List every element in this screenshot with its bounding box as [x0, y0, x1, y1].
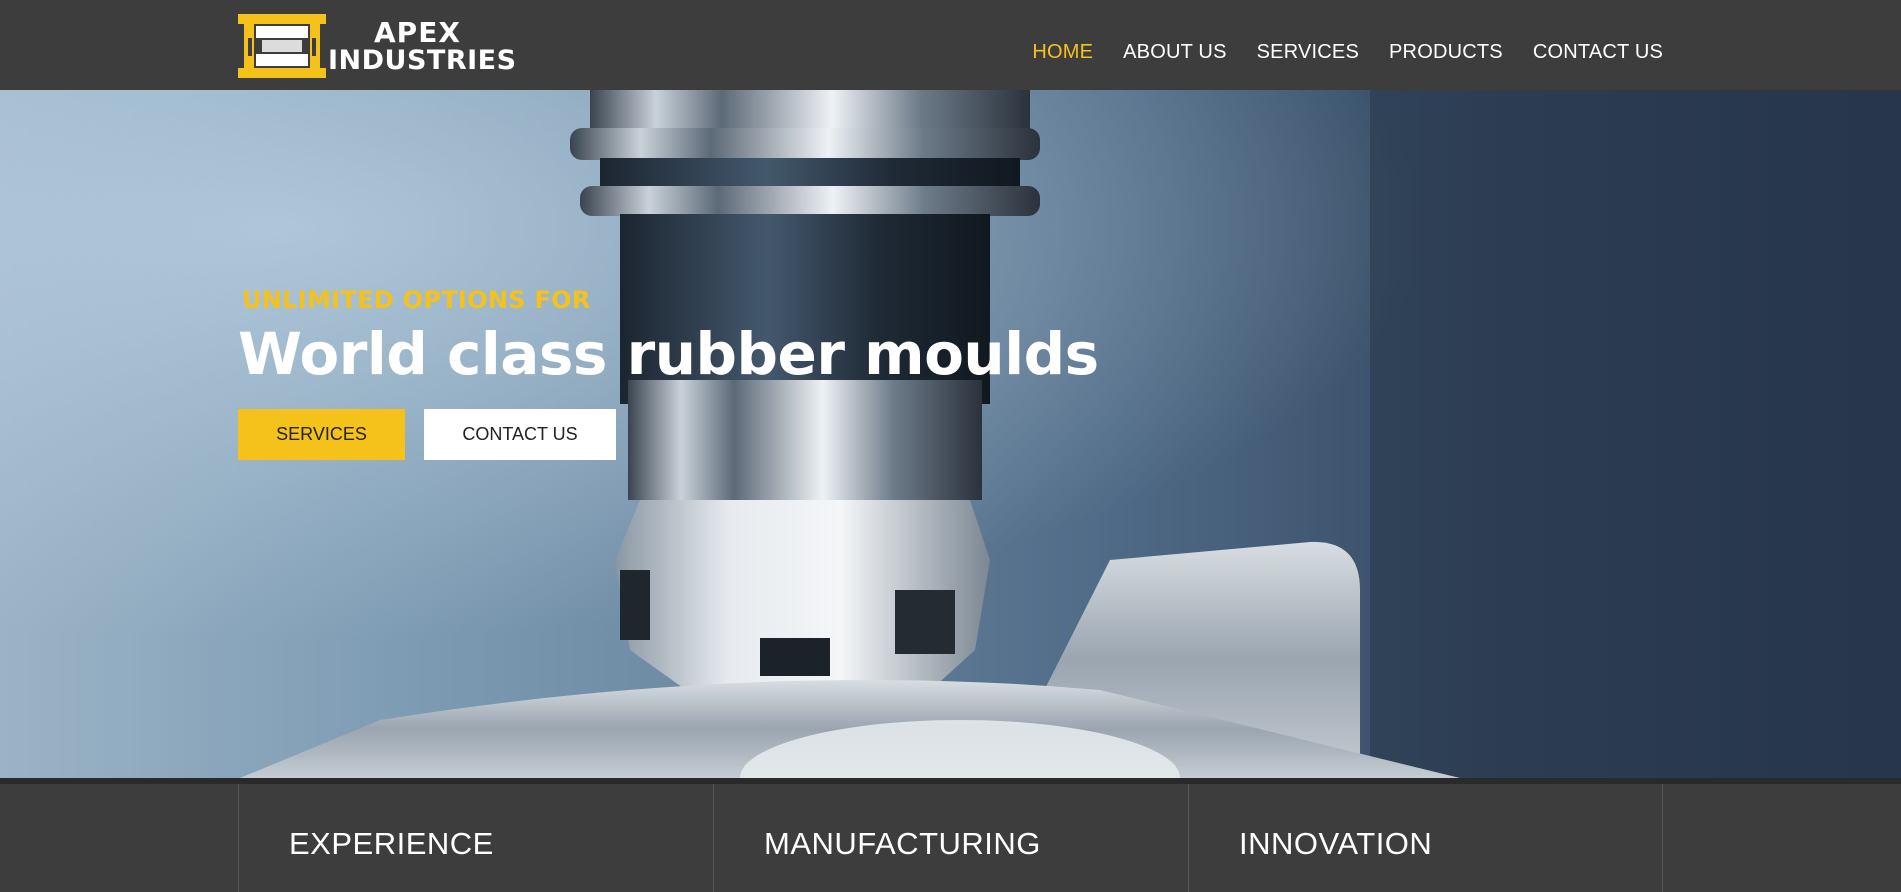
nav-contact-us[interactable]: CONTACT US	[1533, 39, 1663, 65]
main-navigation: HOME ABOUT US SERVICES PRODUCTS CONTACT …	[1002, 39, 1663, 65]
site-logo[interactable]: APEX INDUSTRIES	[238, 14, 524, 78]
hero-subtitle: UNLIMITED OPTIONS FOR	[242, 286, 591, 314]
feature-title: MANUFACTURING	[764, 826, 1041, 861]
site-header: APEX INDUSTRIES HOME ABOUT US SERVICES P…	[0, 0, 1901, 90]
brand-name-line2: INDUSTRIES	[328, 45, 517, 76]
nav-products[interactable]: PRODUCTS	[1389, 39, 1503, 65]
feature-title: EXPERIENCE	[289, 826, 494, 861]
nav-home[interactable]: HOME	[1032, 39, 1093, 65]
feature-manufacturing: MANUFACTURING	[713, 784, 1188, 892]
features-strip: EXPERIENCE MANUFACTURING INNOVATION	[0, 784, 1901, 892]
mould-press-icon	[238, 14, 326, 78]
hero-banner: UNLIMITED OPTIONS FOR World class rubber…	[0, 90, 1901, 778]
feature-title: INNOVATION	[1239, 826, 1433, 861]
nav-about-us[interactable]: ABOUT US	[1123, 39, 1226, 65]
nav-services[interactable]: SERVICES	[1257, 39, 1359, 65]
feature-experience: EXPERIENCE	[238, 784, 713, 892]
brand-name-line1: APEX	[374, 16, 461, 49]
services-button[interactable]: SERVICES	[238, 409, 405, 460]
hero-title: World class rubber moulds	[238, 320, 1099, 388]
feature-innovation: INNOVATION	[1188, 784, 1663, 892]
contact-us-button[interactable]: CONTACT US	[424, 409, 616, 460]
